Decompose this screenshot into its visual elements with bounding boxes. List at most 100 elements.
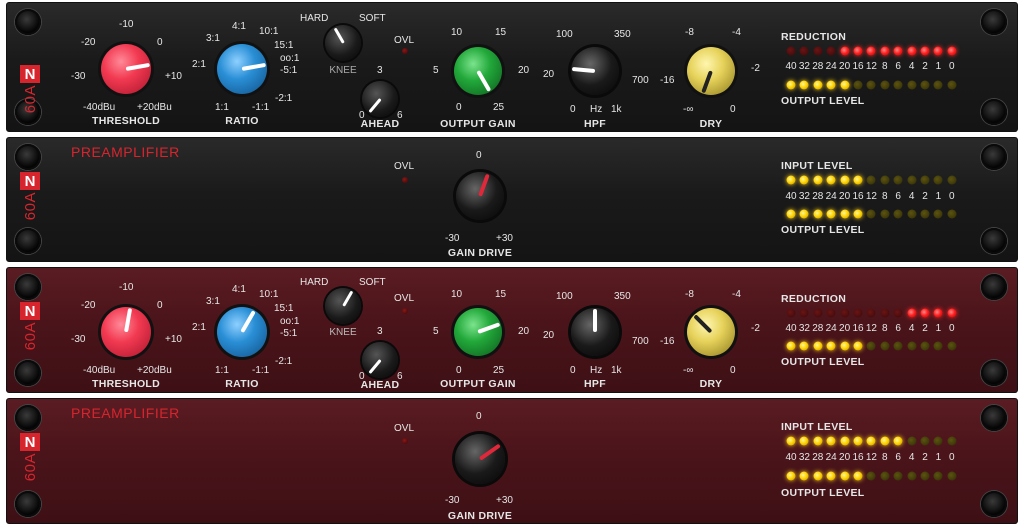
output-gain-knob[interactable] xyxy=(454,47,502,95)
ovl-led xyxy=(402,177,408,183)
output-gain-mark: 10 xyxy=(451,27,463,38)
meter-led xyxy=(866,80,876,90)
ahead-knob[interactable] xyxy=(362,342,398,378)
meter-led xyxy=(826,308,836,318)
meter-led xyxy=(920,209,930,219)
meter-led xyxy=(799,341,809,351)
meter-led xyxy=(786,209,796,219)
meter-led xyxy=(840,209,850,219)
output-gain-label: OUTPUT GAIN xyxy=(440,378,516,390)
drive-mark: 0 xyxy=(476,411,482,422)
meter-led xyxy=(947,471,957,481)
ratio-mark: 2:1 xyxy=(192,59,206,70)
meter-led xyxy=(947,436,957,446)
meter-led xyxy=(947,175,957,185)
ovl-label: OVL xyxy=(394,293,415,304)
meter-scale-value: 32 xyxy=(798,191,810,202)
meter-led xyxy=(907,175,917,185)
ratio-knob[interactable] xyxy=(217,307,267,357)
gain-drive-knob[interactable] xyxy=(455,434,505,484)
threshold-mark: -10 xyxy=(119,19,134,30)
meter-led xyxy=(933,209,943,219)
dry-mark: -2 xyxy=(751,63,760,74)
meter-led xyxy=(840,341,850,351)
meter-led xyxy=(933,46,943,56)
preamp-unit-1: N 60A PREAMPLIFIER OVL 0 -30 +30 GAIN DR… xyxy=(6,137,1018,262)
knee-knob[interactable] xyxy=(325,25,361,61)
hpf-mark: Hz xyxy=(590,365,603,376)
meter-scale-value: 20 xyxy=(839,61,851,72)
meter-led xyxy=(853,436,863,446)
meter-top-label: REDUCTION xyxy=(781,293,847,305)
hpf-mark: 100 xyxy=(556,291,573,302)
meter-scale-value: 12 xyxy=(865,61,877,72)
ahead-label: AHEAD xyxy=(360,379,400,391)
meter-led xyxy=(799,46,809,56)
meter-scale-value: 24 xyxy=(825,191,837,202)
meter-scale-value: 8 xyxy=(882,323,888,334)
ratio-mark: 10:1 xyxy=(259,289,279,300)
meter-led xyxy=(799,80,809,90)
ratio-mark: 4:1 xyxy=(232,21,246,32)
meter-led xyxy=(933,471,943,481)
ratio-mark: 1:1 xyxy=(215,365,229,376)
knob-indicator xyxy=(478,173,490,197)
meter-led xyxy=(786,175,796,185)
output-gain-knob[interactable] xyxy=(454,308,502,356)
hpf-knob[interactable] xyxy=(571,47,619,95)
meter-scale-value: 4 xyxy=(908,191,915,202)
hpf-mark: 0 xyxy=(570,365,576,376)
meter-led xyxy=(853,46,863,56)
meter-scale-value: 40 xyxy=(785,323,797,334)
threshold-knob[interactable] xyxy=(101,44,151,94)
meter-scale-value: 40 xyxy=(785,452,797,463)
dry-mark: -2 xyxy=(751,323,760,334)
output-gain-mark: 0 xyxy=(456,102,462,113)
dry-knob[interactable] xyxy=(687,308,735,356)
meter-led xyxy=(947,341,957,351)
meter-led xyxy=(866,471,876,481)
threshold-mark: -20 xyxy=(81,300,96,311)
ratio-mark: 3:1 xyxy=(206,296,220,307)
dry-mark: -16 xyxy=(660,336,675,347)
meter-led xyxy=(813,175,823,185)
knob-indicator xyxy=(593,308,597,332)
ratio-knob[interactable] xyxy=(217,44,267,94)
ratio-mark: 15:1 xyxy=(274,303,294,314)
threshold-knob[interactable] xyxy=(101,307,151,357)
knee-knob[interactable] xyxy=(325,288,361,324)
meter-led xyxy=(799,436,809,446)
ahead-knob[interactable] xyxy=(362,81,398,117)
rack-screw-hole xyxy=(981,99,1007,125)
meter-led xyxy=(853,80,863,90)
meter-scale-value: 32 xyxy=(798,61,810,72)
meter-led xyxy=(840,46,850,56)
meter-led xyxy=(826,175,836,185)
meter-led xyxy=(853,341,863,351)
meter-led xyxy=(826,341,836,351)
hpf-mark: 1k xyxy=(611,365,622,376)
rack-screw-hole xyxy=(15,491,41,517)
meter-scale-value: 6 xyxy=(895,191,901,202)
meter-led xyxy=(786,341,796,351)
preamp-unit-2: N 60A PREAMPLIFIER OVL 0 -30 +30 GAIN DR… xyxy=(6,398,1018,524)
threshold-label: THRESHOLD xyxy=(91,115,161,127)
hpf-mark: Hz xyxy=(590,104,603,115)
knob-indicator xyxy=(367,98,382,114)
meter-led xyxy=(893,209,903,219)
knob-indicator xyxy=(477,322,501,334)
output-gain-mark: 20 xyxy=(518,65,530,76)
knob-indicator xyxy=(341,290,353,307)
ratio-mark: 3:1 xyxy=(206,33,220,44)
meter-led xyxy=(947,80,957,90)
meter-bottom-label: OUTPUT LEVEL xyxy=(781,356,865,368)
rack-screw-hole xyxy=(15,360,41,386)
gain-drive-knob[interactable] xyxy=(456,172,504,220)
meter-led xyxy=(893,46,903,56)
logo-model: 60A xyxy=(21,322,39,351)
dry-knob[interactable] xyxy=(687,47,735,95)
hpf-knob[interactable] xyxy=(571,308,619,356)
rack-screw-hole xyxy=(15,274,41,300)
meter-led xyxy=(880,471,890,481)
meter-led xyxy=(786,436,796,446)
